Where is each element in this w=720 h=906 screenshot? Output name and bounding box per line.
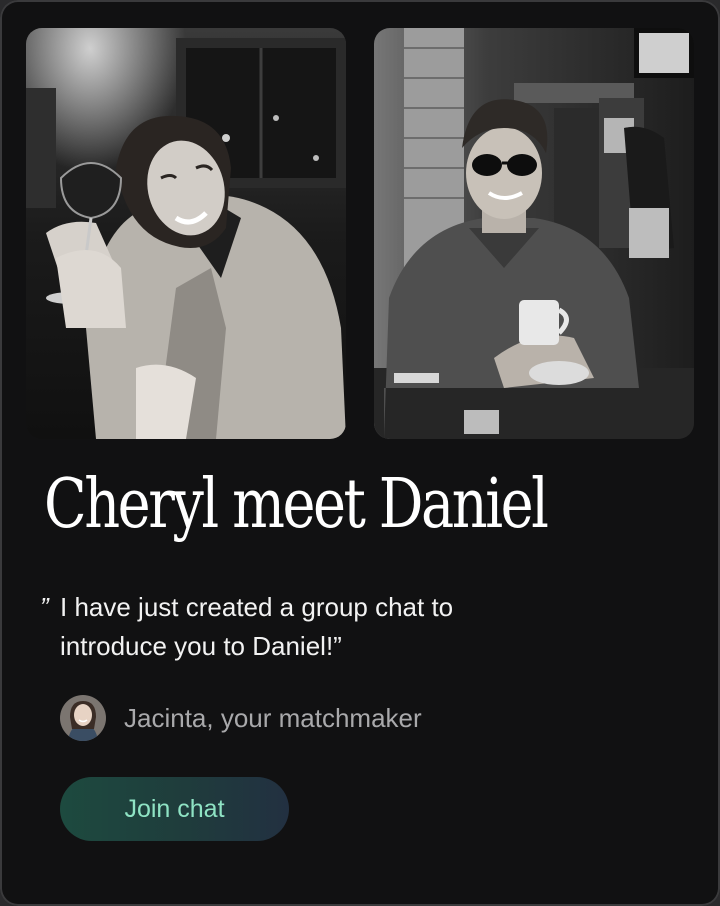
matchmaker-avatar (60, 695, 106, 741)
quote-line-1: I have just created a group chat to (60, 592, 454, 622)
matchmaker-attribution: Jacinta, your matchmaker (60, 694, 422, 742)
quote-line-2: introduce you to Daniel!” (60, 631, 342, 661)
cheryl-photo (26, 28, 346, 439)
match-intro-card: Cheryl meet Daniel ” I have just created … (0, 0, 720, 906)
daniel-photo (374, 28, 694, 439)
quote-open-mark: ” (40, 592, 49, 622)
matchmaker-name: Jacinta, your matchmaker (124, 702, 422, 733)
match-title: Cheryl meet Daniel (44, 465, 549, 544)
matchmaker-quote: ” I have just created a group chat to int… (40, 588, 640, 666)
join-chat-button[interactable]: Join chat (60, 777, 289, 841)
